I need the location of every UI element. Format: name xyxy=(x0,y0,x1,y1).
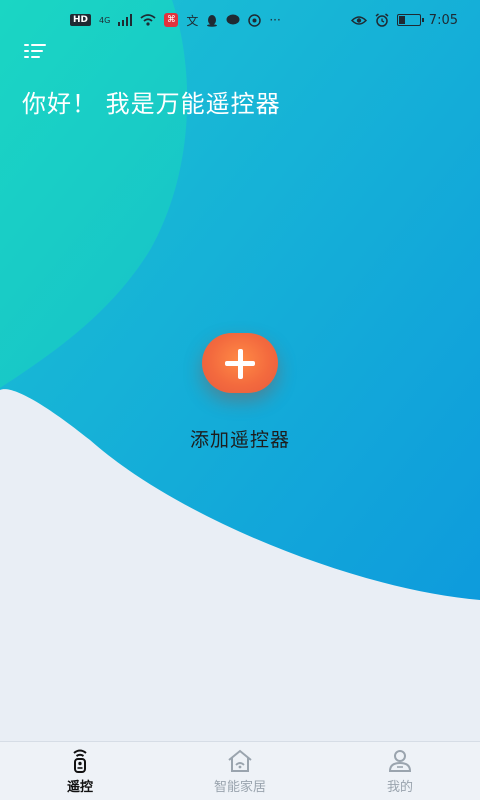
eye-icon xyxy=(350,15,367,25)
nfc-icon xyxy=(248,13,262,27)
remote-icon xyxy=(73,749,87,773)
tab-profile[interactable]: 我的 xyxy=(320,742,480,800)
user-icon xyxy=(388,750,412,772)
signal-icon xyxy=(118,14,133,26)
wifi-icon xyxy=(140,14,156,26)
tab-smart-home[interactable]: 智能家居 xyxy=(160,742,320,800)
battery-fill xyxy=(398,16,405,24)
network-type: 4G xyxy=(99,15,111,25)
bottom-tab-bar: 遥控 智能家居 我的 xyxy=(0,741,480,800)
qq-icon xyxy=(207,14,218,27)
status-right: 7:05 xyxy=(350,12,458,28)
app-notification-icon: ⌘ xyxy=(164,13,179,27)
add-remote-label[interactable]: 添加遥控器 xyxy=(0,425,480,452)
home-icon xyxy=(228,749,252,772)
translate-icon: 文 xyxy=(186,13,199,28)
status-bar: HD 4G ⌘ 文 ··· 7:05 xyxy=(0,0,480,40)
menu-icon[interactable] xyxy=(24,42,48,60)
hd-badge: HD xyxy=(70,14,92,26)
tab-label: 遥控 xyxy=(66,780,93,795)
background-shapes xyxy=(0,0,480,800)
more-icon: ··· xyxy=(269,13,281,27)
tab-label: 我的 xyxy=(386,780,413,795)
message-icon xyxy=(226,14,240,25)
status-left: HD 4G ⌘ 文 ··· xyxy=(70,12,281,29)
clock: 7:05 xyxy=(428,12,458,28)
add-remote-button[interactable] xyxy=(202,333,278,393)
tab-remote[interactable]: 遥控 xyxy=(0,742,160,800)
alarm-icon xyxy=(375,13,389,27)
tab-label: 智能家居 xyxy=(213,780,266,795)
greeting-title: 你好！ 我是万能遥控器 xyxy=(22,90,281,118)
battery-icon xyxy=(396,14,424,26)
